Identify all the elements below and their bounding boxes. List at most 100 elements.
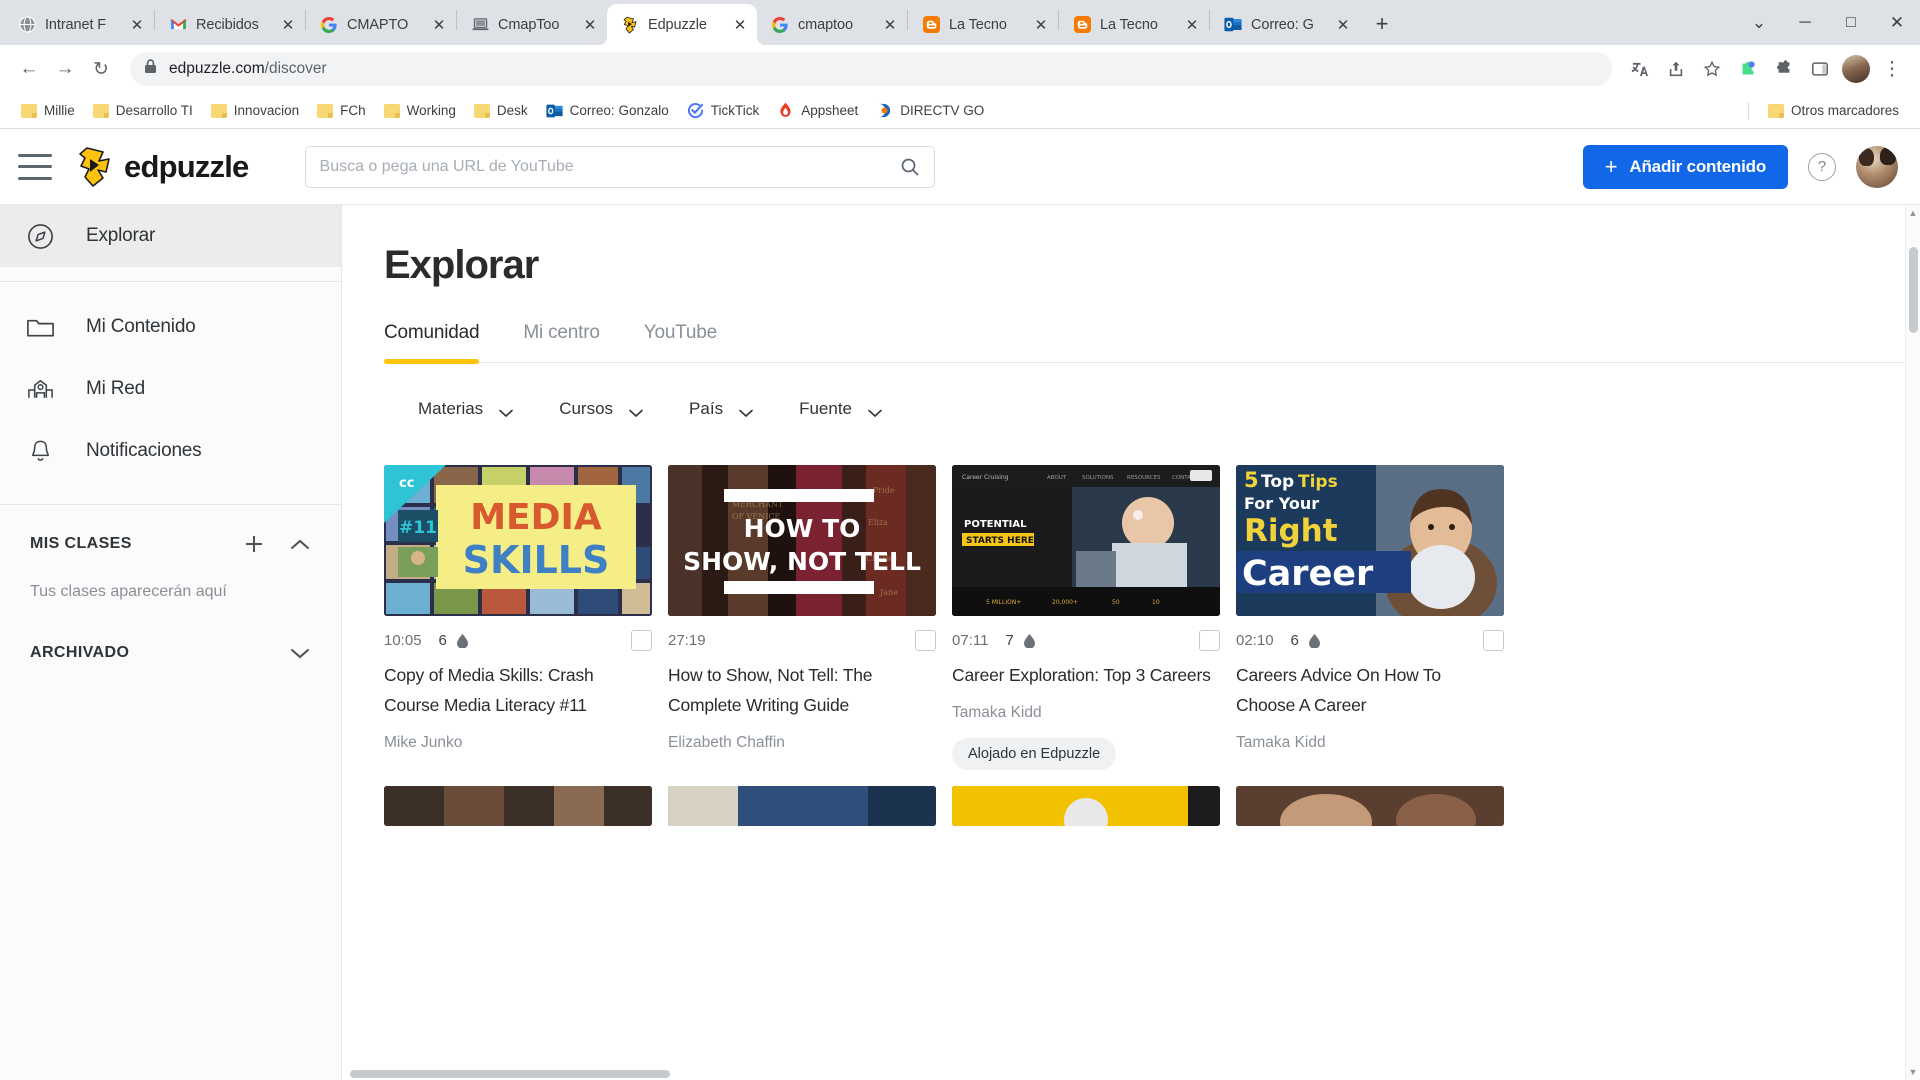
sidebar-item-notificaciones[interactable]: Notificaciones <box>0 420 341 482</box>
video-card[interactable] <box>1236 786 1504 826</box>
browser-tab[interactable]: Correo: G✕ <box>1210 4 1360 45</box>
video-title[interactable]: Careers Advice On How To Choose A Career <box>1236 660 1504 720</box>
browser-tab[interactable]: La Tecno✕ <box>908 4 1058 45</box>
address-bar[interactable]: edpuzzle.com/discover <box>130 52 1612 86</box>
video-thumbnail[interactable]: THEMERCHANTOF VENICE PrideElizaCharlesJa… <box>668 465 936 616</box>
video-thumbnail[interactable] <box>1236 786 1504 826</box>
sidebar-item-explorar[interactable]: Explorar <box>0 205 341 267</box>
question-mark-icon[interactable]: ? <box>1808 153 1836 181</box>
browser-tab[interactable]: CmapToo✕ <box>457 4 607 45</box>
tab-search-button[interactable]: ⌄ <box>1736 0 1782 45</box>
chevron-up-icon[interactable] <box>285 529 315 559</box>
browser-tab[interactable]: La Tecno✕ <box>1059 4 1209 45</box>
bookmark-item[interactable]: Working <box>375 99 465 122</box>
bookmark-item[interactable]: Desarrollo TI <box>84 99 202 122</box>
video-title[interactable]: Career Exploration: Top 3 Careers <box>952 660 1220 690</box>
tab-comunidad[interactable]: Comunidad <box>384 322 479 362</box>
close-tab-icon[interactable]: ✕ <box>277 14 299 36</box>
close-window-button[interactable]: ✕ <box>1874 0 1920 45</box>
video-card[interactable]: 5 Top Tips For Your Right Career <box>1236 465 1504 770</box>
search-box[interactable] <box>305 146 935 188</box>
video-thumbnail[interactable]: Career Cruising ABOUTSOLUTIONSRESOURCESC… <box>952 465 1220 616</box>
video-thumbnail[interactable] <box>952 786 1220 826</box>
video-thumbnail[interactable]: MEDIA SKILLS cc #11 <box>384 465 652 616</box>
browser-tab[interactable]: Edpuzzle✕ <box>607 4 757 45</box>
forward-button[interactable]: → <box>48 52 82 86</box>
add-content-button[interactable]: + Añadir contenido <box>1583 145 1788 189</box>
user-avatar[interactable] <box>1856 146 1898 188</box>
tab-youtube[interactable]: YouTube <box>644 322 717 362</box>
video-card[interactable] <box>952 786 1220 826</box>
bookmark-item[interactable]: DIRECTV GO <box>867 98 993 123</box>
video-thumbnail[interactable]: 5 Top Tips For Your Right Career <box>1236 465 1504 616</box>
bookmark-item[interactable]: Innovacion <box>202 99 308 122</box>
minimize-button[interactable]: ─ <box>1782 0 1828 45</box>
back-button[interactable]: ← <box>12 52 46 86</box>
bookmark-item[interactable]: TickTick <box>678 98 769 123</box>
select-checkbox[interactable] <box>915 630 936 651</box>
browser-tab[interactable]: cmaptoo✕ <box>757 4 907 45</box>
plus-icon[interactable] <box>239 529 269 559</box>
scroll-up-arrow[interactable]: ▲ <box>1906 205 1920 221</box>
svg-text:Jane: Jane <box>879 588 898 597</box>
search-input[interactable] <box>320 158 900 176</box>
close-tab-icon[interactable]: ✕ <box>428 14 450 36</box>
filter-materias[interactable]: Materias <box>400 391 531 427</box>
browser-tab[interactable]: Recibidos✕ <box>155 4 305 45</box>
sidebar-section-archivado[interactable]: ARCHIVADO <box>0 627 341 679</box>
extensions-icon[interactable] <box>1768 53 1800 85</box>
close-tab-icon[interactable]: ✕ <box>126 14 148 36</box>
select-checkbox[interactable] <box>1199 630 1220 651</box>
new-tab-button[interactable]: + <box>1366 8 1398 40</box>
select-checkbox[interactable] <box>631 630 652 651</box>
bookmark-item[interactable]: Desk <box>465 99 537 122</box>
side-panel-icon[interactable] <box>1804 53 1836 85</box>
hscrollbar-thumb[interactable] <box>350 1070 670 1078</box>
video-thumbnail[interactable] <box>668 786 936 826</box>
close-tab-icon[interactable]: ✕ <box>579 14 601 36</box>
video-title[interactable]: How to Show, Not Tell: The Complete Writ… <box>668 660 936 720</box>
extension-puzzle-icon[interactable] <box>1732 53 1764 85</box>
maximize-button[interactable]: □ <box>1828 0 1874 45</box>
vertical-scrollbar[interactable]: ▲ ▼ <box>1905 205 1920 1080</box>
chrome-menu-icon[interactable]: ⋮ <box>1876 53 1908 85</box>
blogger-icon <box>1073 16 1091 34</box>
video-thumbnail[interactable] <box>384 786 652 826</box>
sidebar-item-mi-red[interactable]: Mi Red <box>0 358 341 420</box>
bookmark-otros-marcadores[interactable]: Otros marcadores <box>1759 99 1908 122</box>
translate-icon[interactable] <box>1624 53 1656 85</box>
hamburger-icon[interactable] <box>18 154 52 180</box>
video-title[interactable]: Copy of Media Skills: Crash Course Media… <box>384 660 652 720</box>
share-icon[interactable] <box>1660 53 1692 85</box>
close-tab-icon[interactable]: ✕ <box>1332 14 1354 36</box>
close-tab-icon[interactable]: ✕ <box>879 14 901 36</box>
close-tab-icon[interactable]: ✕ <box>729 14 751 36</box>
horizontal-scrollbar[interactable] <box>342 1068 1920 1080</box>
filter-fuente[interactable]: Fuente <box>781 391 900 427</box>
video-card[interactable] <box>384 786 652 826</box>
scrollbar-thumb[interactable] <box>1909 247 1918 333</box>
profile-avatar-button[interactable] <box>1840 53 1872 85</box>
bookmark-star-icon[interactable] <box>1696 53 1728 85</box>
video-card[interactable]: Career Cruising ABOUTSOLUTIONSRESOURCESC… <box>952 465 1220 770</box>
bookmark-item[interactable]: FCh <box>308 99 375 122</box>
bookmark-item[interactable]: Appsheet <box>768 98 867 123</box>
filter-cursos[interactable]: Cursos <box>541 391 661 427</box>
browser-tab[interactable]: Intranet F✕ <box>4 4 154 45</box>
filter-pais[interactable]: País <box>671 391 771 427</box>
browser-tab[interactable]: CMAPTO✕ <box>306 4 456 45</box>
tab-mi-centro[interactable]: Mi centro <box>523 322 599 362</box>
reload-button[interactable]: ↻ <box>84 52 118 86</box>
edpuzzle-logo[interactable]: edpuzzle <box>76 145 249 189</box>
video-card[interactable]: MEDIA SKILLS cc #11 <box>384 465 652 770</box>
bookmark-item[interactable]: Correo: Gonzalo <box>537 98 678 123</box>
video-card[interactable] <box>668 786 936 826</box>
sidebar-item-mi-contenido[interactable]: Mi Contenido <box>0 296 341 358</box>
video-card[interactable]: THEMERCHANTOF VENICE PrideElizaCharlesJa… <box>668 465 936 770</box>
close-tab-icon[interactable]: ✕ <box>1030 14 1052 36</box>
select-checkbox[interactable] <box>1483 630 1504 651</box>
close-tab-icon[interactable]: ✕ <box>1181 14 1203 36</box>
search-icon[interactable] <box>900 157 920 177</box>
chevron-down-icon[interactable] <box>285 638 315 668</box>
bookmark-item[interactable]: Millie <box>12 99 84 122</box>
